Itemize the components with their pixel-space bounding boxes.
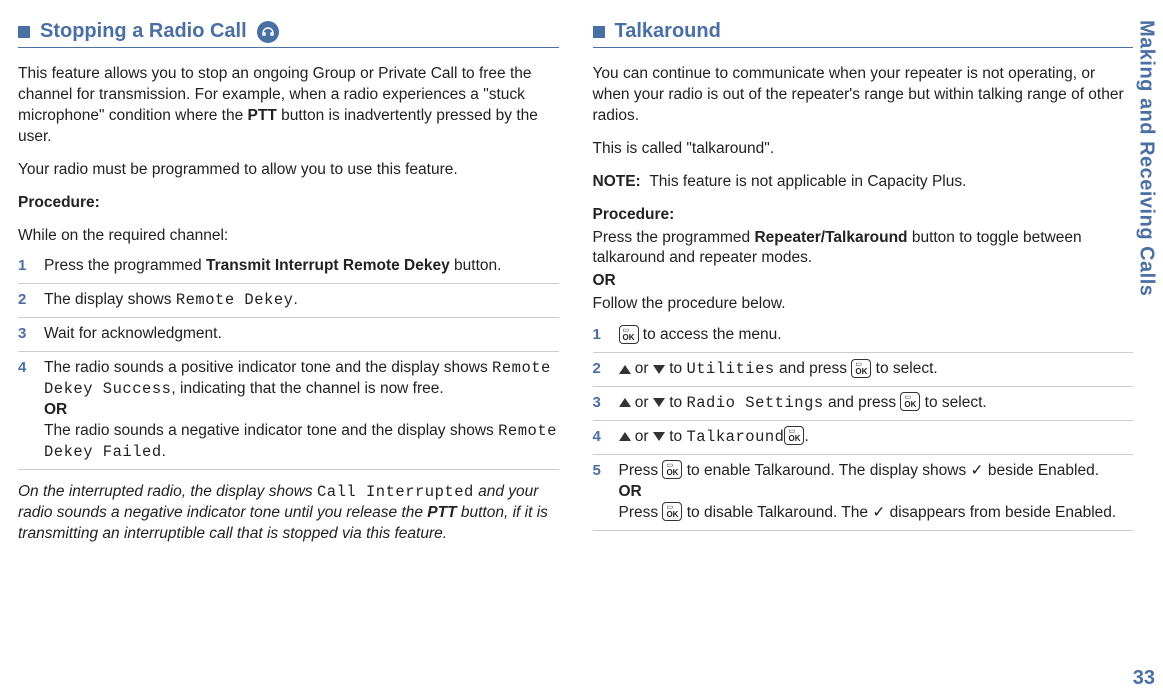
paragraph: Press the programmed Repeater/Talkaround…	[593, 228, 1134, 270]
step-body: Wait for acknowledgment.	[44, 324, 559, 345]
ok-key-icon: ▭OK	[662, 460, 682, 479]
or-label: OR	[593, 271, 1134, 292]
page-number: 33	[1133, 667, 1155, 690]
step-body: or to Radio Settings and press ▭OK to se…	[619, 393, 1134, 414]
ok-key-icon: ▭OK	[784, 426, 804, 445]
footnote: On the interrupted radio, the display sh…	[18, 482, 559, 545]
section-heading-right: Talkaround	[593, 20, 1134, 43]
right-column: Talkaround You can continue to communica…	[593, 20, 1134, 650]
step-body: Press the programmed Transmit Interrupt …	[44, 256, 559, 277]
step-number: 2	[18, 290, 30, 311]
up-arrow-icon	[619, 432, 631, 441]
step-number: 3	[18, 324, 30, 345]
step-number: 3	[593, 393, 605, 414]
ok-key-icon: ▭OK	[619, 325, 639, 344]
step-row: 2 or to Utilities and press ▭OK to selec…	[593, 353, 1134, 387]
bullet-square-icon	[593, 26, 605, 38]
paragraph: Follow the procedure below.	[593, 294, 1134, 315]
step-row: 1 ▭OK to access the menu.	[593, 319, 1134, 353]
step-row: 4 The radio sounds a positive indicator …	[18, 352, 559, 470]
section-rule	[593, 47, 1134, 48]
step-number: 2	[593, 359, 605, 380]
section-heading-left: Stopping a Radio Call	[18, 20, 559, 43]
note: NOTE: This feature is not applicable in …	[593, 172, 1134, 193]
down-arrow-icon	[653, 365, 665, 374]
up-arrow-icon	[619, 365, 631, 374]
sidebar-chapter-label: Making and Receiving Calls	[1135, 20, 1157, 630]
step-row: 3 Wait for acknowledgment.	[18, 318, 559, 352]
section-title-right: Talkaround	[615, 20, 721, 43]
step-row: 2 The display shows Remote Dekey.	[18, 284, 559, 318]
paragraph: Your radio must be programmed to allow y…	[18, 160, 559, 181]
bullet-square-icon	[18, 26, 30, 38]
step-row: 1 Press the programmed Transmit Interrup…	[18, 250, 559, 284]
step-row: 3 or to Radio Settings and press ▭OK to …	[593, 387, 1134, 421]
step-number: 1	[593, 325, 605, 346]
check-icon: ✓	[872, 504, 885, 521]
step-row: 4 or to Talkaround▭OK.	[593, 421, 1134, 455]
page-content: Stopping a Radio Call This feature allow…	[0, 0, 1163, 660]
left-column: Stopping a Radio Call This feature allow…	[18, 20, 559, 650]
step-body: Press ▭OK to enable Talkaround. The disp…	[619, 461, 1134, 524]
ok-key-icon: ▭OK	[662, 502, 682, 521]
paragraph: This feature allows you to stop an ongoi…	[18, 64, 559, 148]
check-icon: ✓	[971, 462, 984, 479]
ok-key-icon: ▭OK	[900, 392, 920, 411]
down-arrow-icon	[653, 398, 665, 407]
headset-icon	[257, 21, 279, 43]
step-number: 1	[18, 256, 30, 277]
step-number: 5	[593, 461, 605, 524]
paragraph: This is called "talkaround".	[593, 139, 1134, 160]
step-body: or to Utilities and press ▭OK to select.	[619, 359, 1134, 380]
step-body: or to Talkaround▭OK.	[619, 427, 1134, 448]
procedure-label: Procedure:	[593, 205, 1134, 226]
paragraph: You can continue to communicate when you…	[593, 64, 1134, 127]
procedure-condition: While on the required channel:	[18, 226, 559, 247]
step-body: The display shows Remote Dekey.	[44, 290, 559, 311]
step-row: 5 Press ▭OK to enable Talkaround. The di…	[593, 455, 1134, 531]
section-title-left: Stopping a Radio Call	[40, 20, 247, 43]
down-arrow-icon	[653, 432, 665, 441]
ok-key-icon: ▭OK	[851, 359, 871, 378]
section-rule	[18, 47, 559, 48]
up-arrow-icon	[619, 398, 631, 407]
step-number: 4	[18, 358, 30, 463]
step-body: The radio sounds a positive indicator to…	[44, 358, 559, 463]
step-body: ▭OK to access the menu.	[619, 325, 1134, 346]
procedure-label: Procedure:	[18, 193, 559, 214]
step-number: 4	[593, 427, 605, 448]
